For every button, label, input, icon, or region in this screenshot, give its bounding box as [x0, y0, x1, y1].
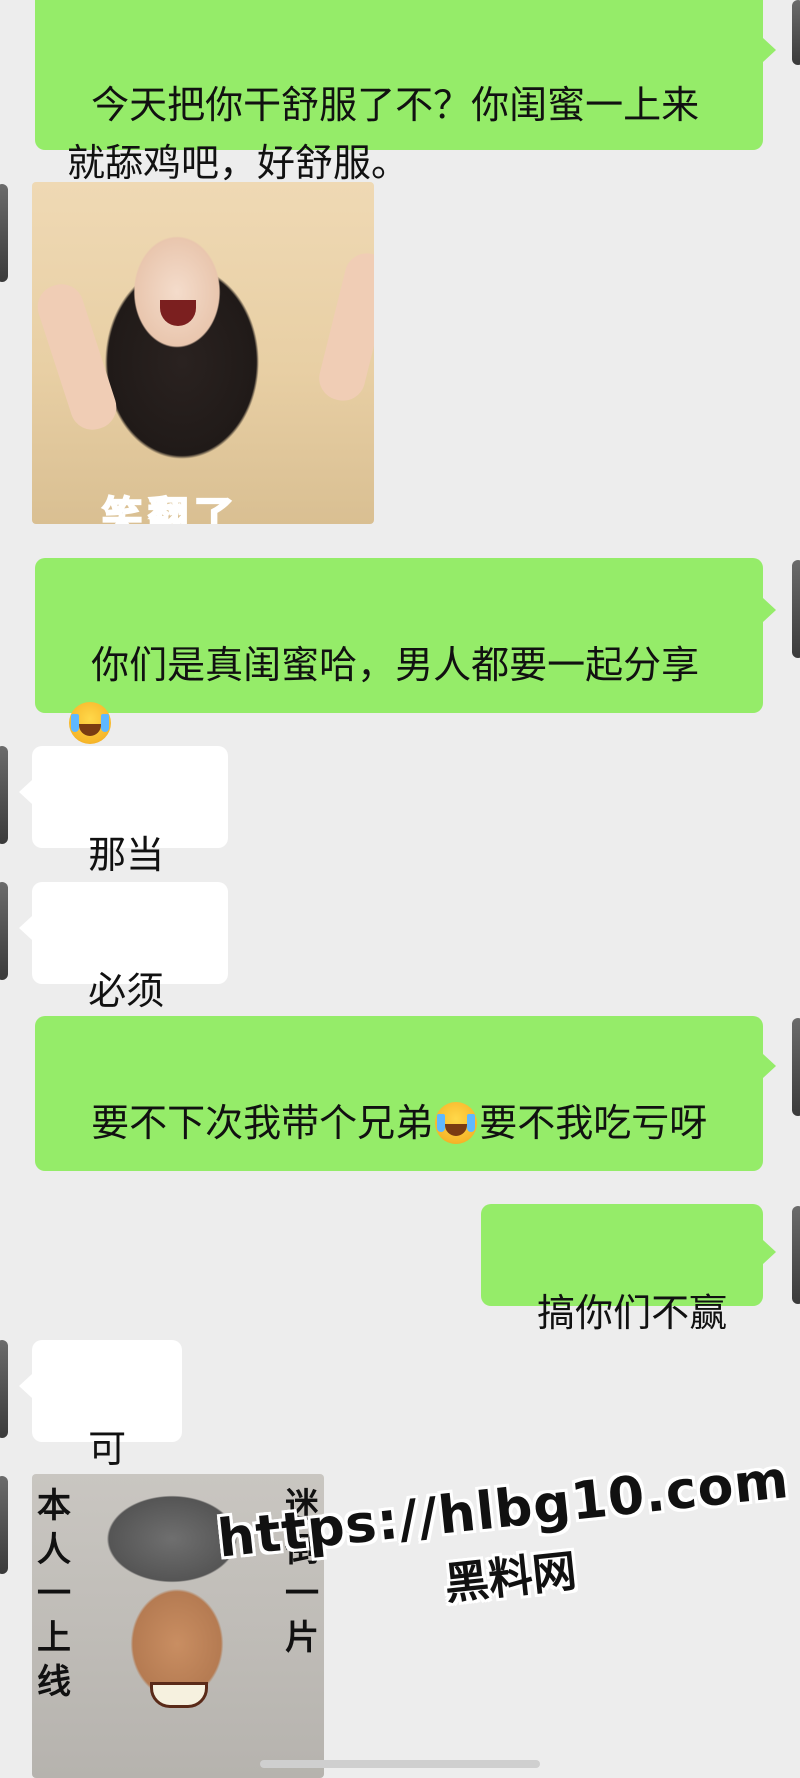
- image-caption: 笑翻了: [101, 493, 240, 524]
- message-text: 搞你们不赢: [537, 1291, 728, 1335]
- bubble-tail: [763, 1240, 776, 1264]
- message-bubble-outgoing[interactable]: 搞你们不赢: [481, 1204, 763, 1335]
- message-text: 要不我吃亏呀: [479, 1101, 708, 1145]
- message-bubble-outgoing[interactable]: 你们是真闺蜜哈，男人都要一起分享: [35, 558, 763, 744]
- bubble-tail: [763, 1054, 776, 1078]
- user-avatar[interactable]: [792, 0, 800, 65]
- message-bubble-incoming[interactable]: 可以: [32, 1340, 182, 1529]
- user-avatar[interactable]: [792, 1018, 800, 1116]
- bubble-tail: [763, 38, 776, 62]
- face-with-tears-of-joy-icon: [435, 1102, 478, 1144]
- message-bubble-outgoing[interactable]: 今天把你干舒服了不？你闺蜜一上来就舔鸡吧，好舒服。: [35, 0, 763, 185]
- image-text-left: 本人一上线: [37, 1486, 71, 1702]
- hand-right: [314, 248, 374, 406]
- face-with-tears-of-joy-icon: [69, 702, 111, 744]
- grinning-teeth: [150, 1682, 208, 1708]
- message-text: 要不下次我带个兄弟: [91, 1101, 434, 1145]
- home-indicator[interactable]: [260, 1760, 540, 1768]
- bubble-tail: [763, 598, 776, 622]
- bubble-tail: [19, 780, 32, 804]
- message-bubble-outgoing[interactable]: 要不下次我带个兄弟 要不我吃亏呀: [35, 1016, 763, 1171]
- user-avatar[interactable]: [792, 560, 800, 658]
- message-text: 今天把你干舒服了不？你闺蜜一上来就舔鸡吧，好舒服。: [67, 83, 700, 185]
- message-text: 你们是真闺蜜哈，男人都要一起分享: [91, 643, 700, 687]
- contact-avatar[interactable]: [0, 184, 8, 282]
- bubble-tail: [19, 916, 32, 940]
- hand-left: [32, 278, 123, 436]
- contact-avatar[interactable]: [0, 882, 8, 980]
- bubble-tail: [19, 1374, 32, 1398]
- image-message[interactable]: 笑翻了: [32, 182, 374, 524]
- message-bubble-incoming[interactable]: 必须的: [32, 882, 228, 1071]
- message-bubble-incoming[interactable]: 那当然: [32, 746, 228, 935]
- contact-avatar[interactable]: [0, 1340, 8, 1438]
- laughing-mouth: [160, 300, 196, 326]
- contact-avatar[interactable]: [0, 746, 8, 844]
- contact-avatar[interactable]: [0, 1476, 8, 1574]
- user-avatar[interactable]: [792, 1206, 800, 1304]
